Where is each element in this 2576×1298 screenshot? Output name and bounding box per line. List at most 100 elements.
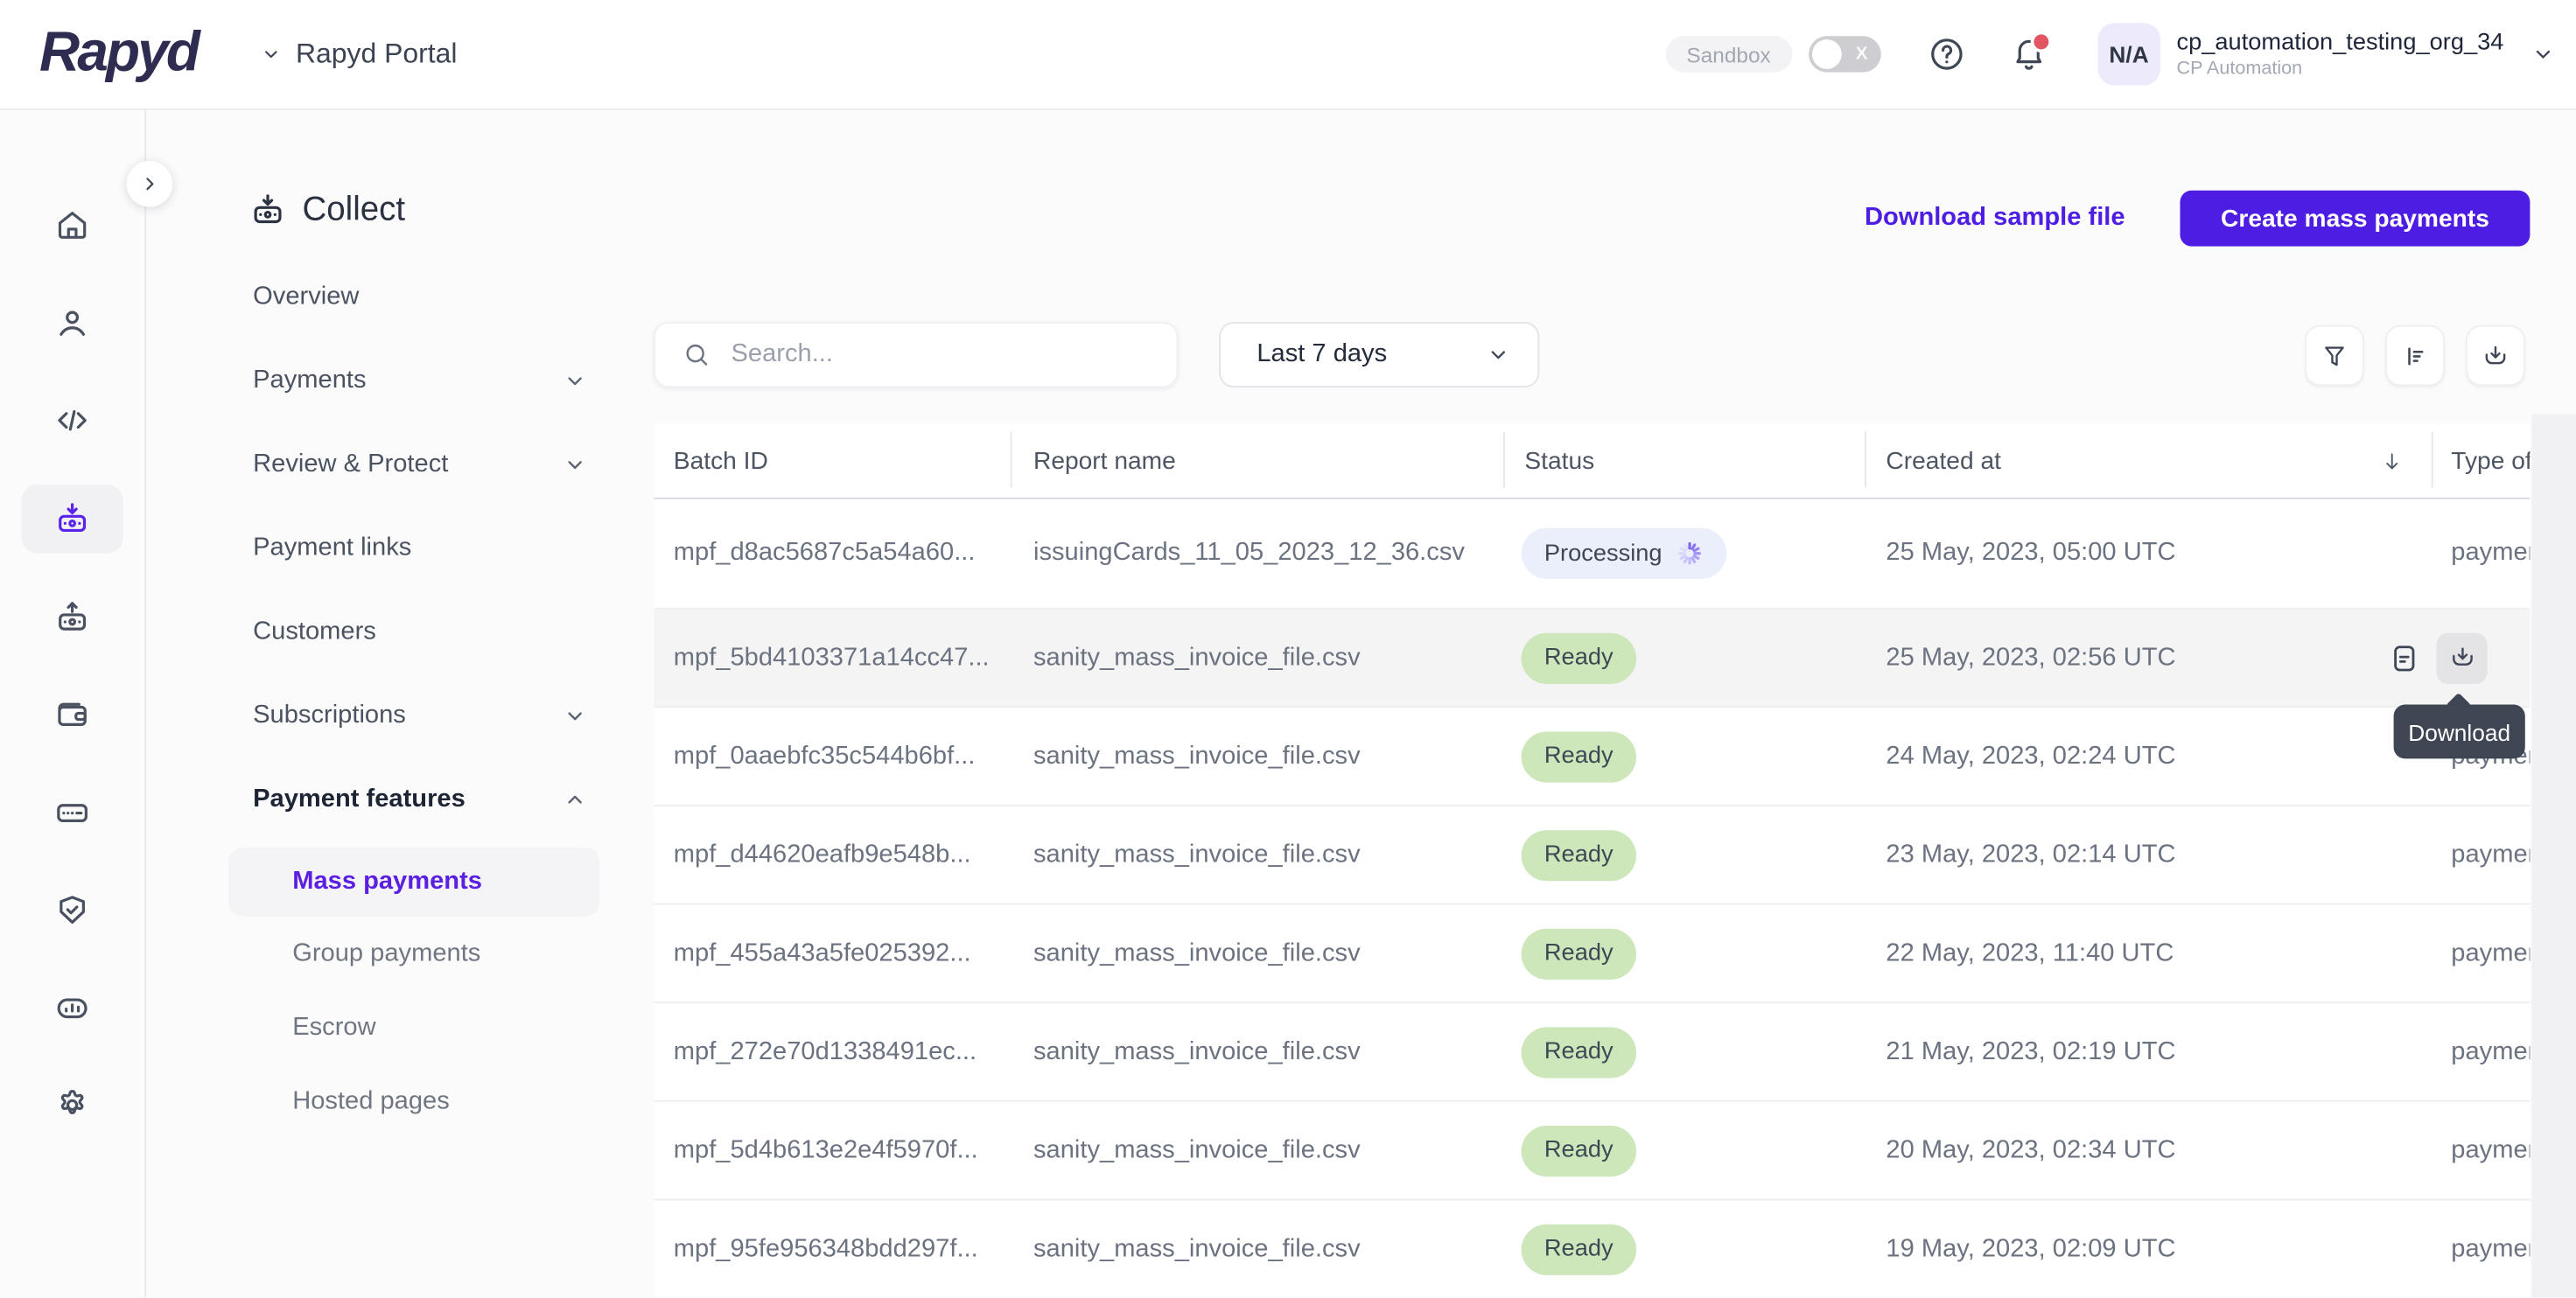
cell-created-at: 24 May, 2023, 02:24 UTC — [1886, 742, 2175, 771]
filter-button[interactable] — [2305, 325, 2364, 386]
cell-batch-id: mpf_95fe956348bdd297f... — [674, 1234, 978, 1264]
cell-report-name: sanity_mass_invoice_file.csv — [1033, 1234, 1361, 1264]
spinner-icon — [1676, 540, 1704, 568]
sidebar-subitem-hosted-pages[interactable]: Hosted pages — [292, 1080, 450, 1123]
rail-item-reports[interactable] — [21, 974, 122, 1043]
column-header-status[interactable]: Status — [1524, 447, 1594, 475]
sidebar-item-review-protect[interactable]: Review & Protect — [253, 443, 588, 486]
cell-batch-id: mpf_272e70d1338491ec... — [674, 1037, 976, 1067]
rail-item-card[interactable] — [21, 778, 122, 848]
chevron-down-icon — [2530, 41, 2556, 67]
sidebar-subitem-group-payments[interactable]: Group payments — [292, 932, 480, 975]
table-row[interactable]: mpf_5d4b613e2e4f5970f... sanity_mass_invo… — [654, 1102, 2530, 1201]
status-label: Ready — [1544, 1137, 1614, 1163]
notification-dot — [2030, 31, 2051, 52]
cell-report-name: sanity_mass_invoice_file.csv — [1033, 1135, 1361, 1165]
rail-item-disburse[interactable] — [21, 583, 122, 652]
table-body: mpf_d8ac5687c5a54a60... issuingCards_11_0… — [654, 499, 2530, 1297]
table-row[interactable]: mpf_0aaebfc35c544b6bf...sanity_mass_invo… — [654, 708, 2530, 806]
column-header-type[interactable]: Type of — [2451, 447, 2530, 475]
notifications-button[interactable] — [2009, 34, 2048, 73]
column-header-report-name[interactable]: Report name — [1033, 447, 1176, 475]
column-separator[interactable] — [1011, 432, 1012, 488]
search-input[interactable] — [732, 340, 1177, 370]
toggle-knob — [1812, 39, 1842, 69]
cell-report-name: sanity_mass_invoice_file.csv — [1033, 643, 1361, 673]
cell-type: payment — [2451, 1234, 2530, 1264]
chevron-up-icon — [562, 786, 588, 813]
rail-item-clients[interactable] — [21, 289, 122, 358]
status-badge: Ready — [1522, 829, 1636, 880]
date-range-select[interactable]: Last 7 days — [1219, 322, 1539, 387]
cell-batch-id: mpf_0aaebfc35c544b6bf... — [674, 742, 976, 771]
chevron-down-icon — [260, 43, 283, 66]
table-row[interactable]: mpf_455a43a5fe025392...sanity_mass_invoi… — [654, 905, 2530, 1004]
user-menu-button[interactable] — [2530, 41, 2556, 67]
column-header-created-at[interactable]: Created at — [1886, 447, 2001, 475]
table-row[interactable]: mpf_95fe956348bdd297f... sanity_mass_invo… — [654, 1200, 2530, 1297]
collect-icon — [248, 191, 288, 230]
table-row[interactable]: mpf_272e70d1338491ec...sanity_mass_invoi… — [654, 1003, 2530, 1102]
expand-rail-button[interactable] — [127, 161, 173, 207]
sidebar-item-customers[interactable]: Customers — [253, 611, 588, 653]
user-info: cp_automation_testing_org_34 CP Automati… — [2177, 28, 2504, 80]
cell-created-at: 22 May, 2023, 11:40 UTC — [1886, 939, 2174, 968]
question-icon — [1927, 34, 1966, 73]
rail-item-collect[interactable] — [21, 485, 122, 554]
settings-icon — [52, 1085, 92, 1125]
home-icon — [52, 206, 92, 245]
cell-batch-id: mpf_5bd4103371a14cc47... — [674, 643, 990, 673]
rail-item-wallet[interactable] — [21, 680, 122, 749]
org-type: CP Automation — [2177, 58, 2504, 80]
column-separator[interactable] — [2432, 432, 2433, 488]
table-row[interactable]: mpf_d8ac5687c5a54a60... issuingCards_11_0… — [654, 499, 2530, 610]
developers-icon — [52, 401, 92, 440]
chevron-down-icon — [562, 703, 588, 729]
status-label: Ready — [1544, 743, 1614, 770]
icon-rail — [0, 108, 146, 1297]
cell-batch-id: mpf_5d4b613e2e4f5970f... — [674, 1135, 978, 1165]
rail-item-home[interactable] — [21, 191, 122, 260]
sidebar-item-payments[interactable]: Payments — [253, 359, 588, 402]
section-header: Collect — [248, 191, 406, 230]
export-button[interactable] — [2466, 325, 2525, 386]
status-badge: Processing — [1522, 528, 1726, 579]
table-row[interactable]: mpf_5bd4103371a14cc47... sanity_mass_invo… — [654, 610, 2530, 708]
download-sample-file-link[interactable]: Download sample file — [1865, 204, 2125, 234]
sort-button[interactable] — [2385, 325, 2445, 386]
cell-created-at: 25 May, 2023, 05:00 UTC — [1886, 539, 2175, 569]
rail-item-verify[interactable] — [21, 876, 122, 945]
sandbox-toggle[interactable]: X — [1809, 36, 1881, 72]
cell-batch-id: mpf_455a43a5fe025392... — [674, 939, 971, 968]
date-range-value: Last 7 days — [1256, 340, 1387, 370]
table-row[interactable]: mpf_d44620eafb9e548b...sanity_mass_invoi… — [654, 806, 2530, 905]
rail-item-settings[interactable] — [21, 1071, 122, 1140]
toggle-off-label: X — [1856, 36, 1868, 72]
sort-descending-icon[interactable] — [2379, 448, 2405, 474]
sidebar-item-payment-links[interactable]: Payment links — [253, 527, 588, 570]
sidebar-item-payment-features[interactable]: Payment features — [253, 778, 588, 821]
column-separator[interactable] — [1865, 432, 1866, 488]
download-icon — [2447, 643, 2477, 673]
sidebar-item-subscriptions[interactable]: Subscriptions — [253, 694, 588, 737]
sidebar-item-overview[interactable]: Overview — [253, 276, 588, 318]
create-mass-payments-button[interactable]: Create mass payments — [2180, 191, 2530, 247]
wallet-icon — [52, 694, 92, 734]
cell-batch-id: mpf_d8ac5687c5a54a60... — [674, 539, 976, 569]
tooltip-label: Download — [2408, 718, 2510, 744]
sidebar-subitem-mass-payments[interactable]: Mass payments — [292, 861, 482, 904]
card-icon — [52, 793, 92, 833]
sidebar-subitem-escrow[interactable]: Escrow — [292, 1007, 375, 1050]
avatar[interactable]: N/A — [2097, 23, 2160, 85]
file-icon[interactable] — [2387, 640, 2421, 674]
cell-report-name: issuingCards_11_05_2023_12_36.csv — [1033, 539, 1465, 569]
portal-switcher[interactable]: Rapyd Portal — [260, 0, 458, 108]
rail-item-developers[interactable] — [21, 386, 122, 455]
top-bar-right: Sandbox X N/A cp_automation_testing_org_… — [1665, 0, 2556, 108]
scrollbar-track[interactable] — [2531, 414, 2576, 1297]
status-label: Ready — [1544, 841, 1614, 868]
top-bar: Rapyd Rapyd Portal Sandbox X N/A cp_auto… — [0, 0, 2576, 110]
row-download-button[interactable] — [2436, 632, 2487, 683]
help-button[interactable] — [1927, 34, 1966, 73]
column-separator[interactable] — [1503, 432, 1505, 488]
